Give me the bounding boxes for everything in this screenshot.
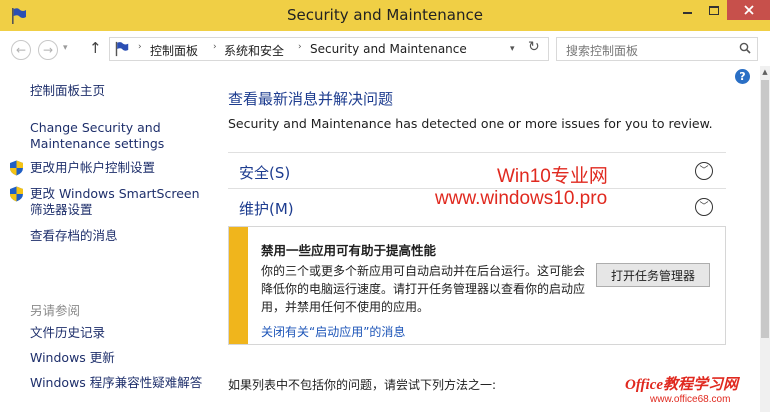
navigation-bar: ← → ▾ ↑ › 控制面板 › 系统和安全 › Security and Ma… [0,31,770,65]
page-heading: 查看最新消息并解决问题 [228,90,394,108]
footer-hint: 如果列表中不包括你的问题，请尝试下列方法之一: [228,378,497,392]
breadcrumb-security-maintenance[interactable]: Security and Maintenance [310,42,467,56]
address-bar[interactable]: › 控制面板 › 系统和安全 › Security and Maintenanc… [109,37,549,61]
sidebar-uac-settings[interactable]: 更改用户帐户控制设置 [30,160,155,176]
section-security-header[interactable]: 安全(S) [239,162,290,183]
recent-locations-dropdown[interactable]: ▾ [63,43,68,53]
up-button[interactable]: ↑ [89,39,102,57]
sidebar-archived-messages[interactable]: 查看存档的消息 [30,228,118,244]
refresh-button[interactable]: ↻ [528,39,540,55]
maintenance-alert-panel: 禁用一些应用可有助于提高性能 你的三个或更多个新应用可自动启动并在后台运行。这可… [228,226,726,345]
search-placeholder: 搜索控制面板 [566,44,639,58]
minimize-button[interactable] [674,0,701,20]
sidebar-smartscreen-line1: 更改 Windows SmartScreen [30,186,200,201]
vertical-scrollbar[interactable]: ▲ [760,66,770,412]
maximize-icon [709,5,719,15]
minimize-icon [683,12,692,14]
chevron-down-icon[interactable]: ﹀ [695,162,713,180]
breadcrumb-separator[interactable]: › [213,42,217,52]
help-icon[interactable]: ? [735,69,750,84]
sidebar-compat-troubleshooter[interactable]: Windows 程序兼容性疑难解答 [30,375,202,391]
chevron-down-icon[interactable]: ﹀ [695,198,713,216]
forward-button[interactable]: → [38,40,58,60]
title-bar: Security and Maintenance [0,0,770,31]
breadcrumb-system-security[interactable]: 系统和安全 [224,42,284,59]
watermark-office-site: Office教程学习网 [625,377,739,393]
uac-shield-icon [10,186,23,202]
open-task-manager-button[interactable]: 打开任务管理器 [596,263,710,287]
maximize-button[interactable] [701,0,727,20]
sidebar-change-settings-line2: Maintenance settings [30,136,165,151]
window-title: Security and Maintenance [287,6,483,24]
watermark-win10: Win10专业网 [497,166,608,187]
sidebar-control-panel-home[interactable]: 控制面板主页 [30,83,105,99]
alert-title: 禁用一些应用可有助于提高性能 [261,243,437,258]
divider [228,152,726,153]
watermark-office-url: www.office68.com [650,394,731,405]
sidebar-change-settings-line1: Change Security and [30,120,161,135]
alert-dismiss-link[interactable]: 关闭有关“启动应用”的消息 [261,323,405,340]
back-button[interactable]: ← [11,40,31,60]
scrollbar-thumb[interactable] [761,80,769,338]
page-description: Security and Maintenance has detected on… [228,116,713,131]
close-icon [743,5,754,15]
sidebar-smartscreen-line2: 筛选器设置 [30,202,93,217]
scroll-up-icon[interactable]: ▲ [760,68,770,76]
sidebar-smartscreen-settings[interactable]: 更改 Windows SmartScreen 筛选器设置 [30,186,200,218]
alert-severity-bar [229,227,248,344]
sidebar-change-settings[interactable]: Change Security and Maintenance settings [30,120,164,152]
close-button[interactable] [727,0,770,20]
sidebar-windows-update[interactable]: Windows 更新 [30,350,115,366]
uac-shield-icon [10,160,23,176]
breadcrumb-separator[interactable]: › [298,42,302,52]
search-input[interactable]: 搜索控制面板 [556,37,758,61]
sidebar-file-history[interactable]: 文件历史记录 [30,325,105,341]
breadcrumb-separator: › [138,42,142,52]
control-panel-flag-icon [115,41,129,57]
alert-body: 你的三个或更多个新应用可自动启动并在后台运行。这可能会降低你的电脑运行速度。请打… [261,264,586,314]
search-icon[interactable] [739,42,751,54]
watermark-windows10-url: www.windows10.pro [435,188,608,209]
breadcrumb-control-panel[interactable]: 控制面板 [150,42,198,59]
section-maintenance-header[interactable]: 维护(M) [239,198,294,219]
see-also-heading: 另请参阅 [30,303,81,318]
address-history-dropdown[interactable]: ▾ [510,44,515,54]
